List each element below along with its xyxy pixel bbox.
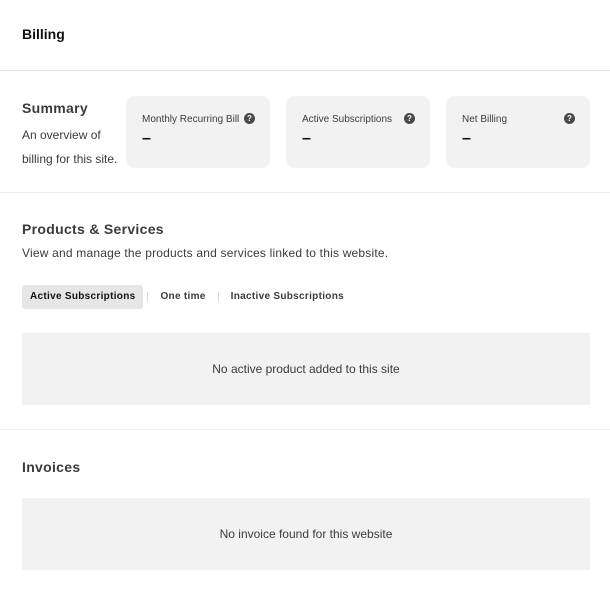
products-title: Products & Services — [22, 221, 164, 237]
card-label: Net Billing — [462, 114, 508, 125]
tab-one-time[interactable]: One time — [152, 285, 213, 309]
invoices-section: Invoices No invoice found for this websi… — [0, 430, 610, 594]
card-label: Monthly Recurring Bill — [142, 114, 240, 125]
monthly-recurring-bill-card: Monthly Recurring Bill ? – — [126, 96, 270, 168]
products-description: View and manage the products and service… — [22, 246, 389, 260]
billing-page: Billing Summary An overview of billing f… — [0, 0, 610, 594]
invoices-empty-state: No invoice found for this website — [22, 498, 590, 570]
question-circle-icon[interactable]: ? — [404, 113, 415, 124]
tab-divider — [147, 292, 149, 302]
tab-inactive-subscriptions[interactable]: Inactive Subscriptions — [223, 285, 352, 309]
summary-section: Summary An overview of billing for this … — [0, 71, 610, 193]
active-subscriptions-card: Active Subscriptions ? – — [286, 96, 430, 168]
question-circle-icon[interactable]: ? — [244, 113, 255, 124]
tab-active-subscriptions[interactable]: Active Subscriptions — [22, 285, 144, 309]
card-value: – — [302, 130, 311, 147]
tab-divider — [217, 292, 219, 302]
page-title: Billing — [22, 26, 65, 42]
subscription-tabs: Active Subscriptions One time Inactive S… — [22, 285, 352, 309]
summary-description: An overview of billing for this site. — [22, 128, 118, 166]
card-value: – — [462, 130, 471, 147]
card-label: Active Subscriptions — [302, 114, 393, 125]
question-circle-icon[interactable]: ? — [564, 113, 575, 124]
products-empty-state: No active product added to this site — [22, 333, 590, 405]
summary-title: Summary — [22, 100, 88, 116]
products-services-section: Products & Services View and manage the … — [0, 193, 610, 430]
card-value: – — [142, 130, 151, 147]
invoices-title: Invoices — [22, 459, 81, 475]
page-header: Billing — [0, 0, 610, 71]
net-billing-card: Net Billing ? – — [446, 96, 590, 168]
